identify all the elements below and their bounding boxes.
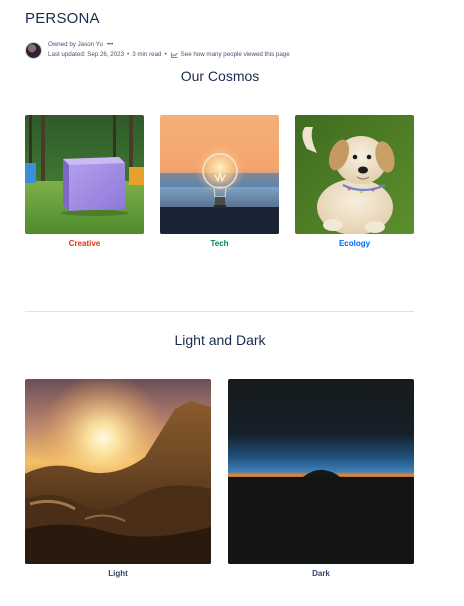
analytics-chart-icon (170, 52, 178, 58)
card-light[interactable]: Light (25, 379, 211, 578)
card-tech[interactable]: Tech (160, 115, 279, 248)
separator: • (127, 51, 130, 58)
card-label-ecology[interactable]: Ecology (295, 239, 414, 248)
section-divider (25, 311, 414, 312)
section-heading-light-and-dark: Light and Dark (174, 332, 266, 348)
separator: • (164, 51, 167, 58)
creative-image[interactable] (25, 115, 144, 234)
owner-text[interactable]: Owned by Jason Yu (48, 40, 103, 50)
dark-image[interactable] (228, 379, 414, 564)
byline: Owned by Jason Yu ••• Last updated: Sep … (25, 40, 290, 60)
byline-text: Owned by Jason Yu ••• Last updated: Sep … (48, 40, 290, 60)
more-actions-icon[interactable]: ••• (107, 40, 113, 50)
read-time-text: 3 min read (132, 51, 162, 58)
last-updated-text[interactable]: Last updated: Sep 26, 2023 (48, 50, 124, 60)
light-image[interactable] (25, 379, 211, 564)
card-label-dark[interactable]: Dark (228, 569, 414, 578)
ecology-image[interactable] (295, 115, 414, 234)
page-title: PERSONA (25, 10, 100, 27)
tech-image[interactable] (160, 115, 279, 234)
card-label-creative[interactable]: Creative (25, 239, 144, 248)
page-views-link[interactable]: See how many people viewed this page (181, 50, 290, 60)
card-creative[interactable]: Creative (25, 115, 144, 248)
section-heading-our-cosmos: Our Cosmos (180, 68, 260, 84)
avatar[interactable] (25, 41, 42, 59)
card-ecology[interactable]: Ecology (295, 115, 414, 248)
card-dark[interactable]: Dark (228, 379, 414, 578)
card-label-tech[interactable]: Tech (160, 239, 279, 248)
card-label-light[interactable]: Light (25, 569, 211, 578)
